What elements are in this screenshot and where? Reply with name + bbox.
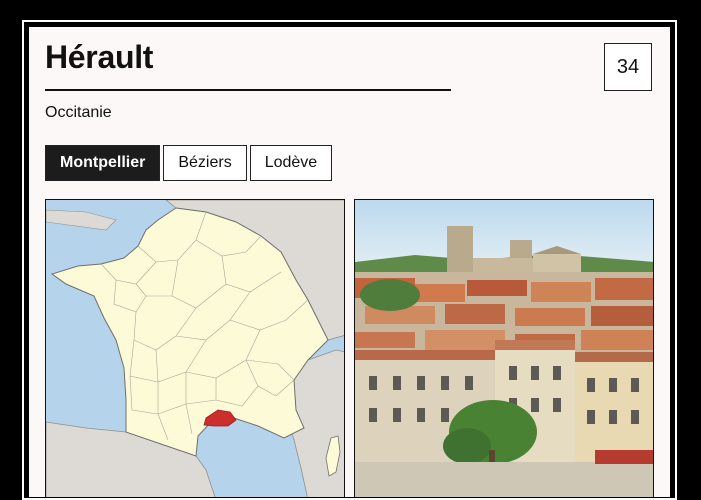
montpellier-cityscape-image <box>355 200 653 497</box>
department-card: Hérault Occitanie 34 Montpellier Béziers… <box>29 27 670 497</box>
tab-montpellier[interactable]: Montpellier <box>45 145 161 181</box>
region-name: Occitanie <box>45 104 112 121</box>
tab-lodeve[interactable]: Lodève <box>249 145 333 181</box>
city-tabs: Montpellier Béziers Lodève <box>45 145 333 181</box>
location-map <box>45 199 345 497</box>
department-name: Hérault <box>45 39 154 75</box>
title-underline <box>45 89 451 91</box>
tab-beziers[interactable]: Béziers <box>163 145 247 181</box>
france-map-image <box>46 200 344 497</box>
city-photo <box>354 199 654 497</box>
department-code-badge: 34 <box>604 43 652 91</box>
